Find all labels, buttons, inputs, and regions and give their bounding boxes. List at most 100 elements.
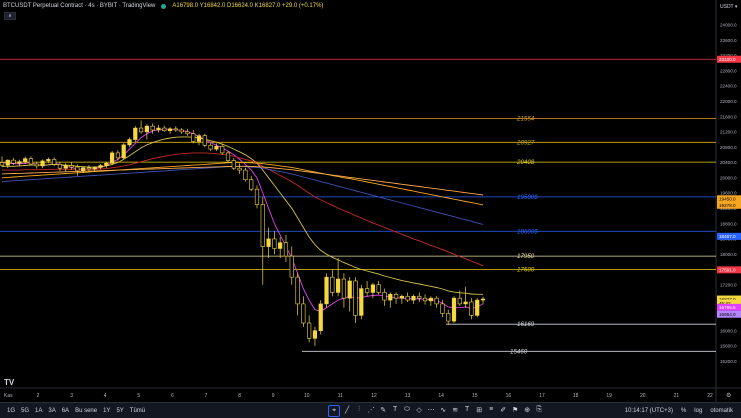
level-label: 19500$	[517, 194, 538, 201]
candle-body	[191, 133, 196, 142]
drawing-tool-icon[interactable]: ⌖	[328, 404, 341, 417]
drawing-tool-icon[interactable]: ◇	[414, 405, 424, 415]
candle-body	[283, 242, 289, 257]
candle-body	[133, 127, 138, 140]
candle-body	[208, 144, 213, 150]
timeframe-button[interactable]: 3A	[45, 408, 58, 414]
candle-body	[301, 303, 306, 324]
candle-body	[202, 135, 207, 146]
candle-body	[98, 165, 103, 168]
candle-body	[440, 303, 445, 314]
clock-readout[interactable]: 10:14:17 (UTC+3)	[625, 408, 673, 414]
drawing-tool-icon[interactable]: T	[390, 405, 400, 415]
candle-body	[330, 276, 335, 293]
time-tick-label: 8	[238, 393, 241, 399]
level-label: 16169	[517, 321, 535, 328]
candle-body	[457, 297, 462, 305]
candle-body	[81, 167, 86, 172]
candle-body	[272, 238, 277, 249]
drawing-tool-icon[interactable]: ⋯	[426, 405, 436, 415]
time-tick-label: 4	[104, 393, 107, 399]
candle-body	[17, 161, 22, 164]
candle-body	[40, 160, 45, 167]
drawing-tool-icon[interactable]: ⋰	[366, 405, 376, 415]
drawing-tool-icon[interactable]: ∿	[438, 405, 448, 415]
time-tick-label: 21	[674, 393, 680, 399]
timeframe-button[interactable]: Tümü	[127, 408, 148, 414]
chart-header: BTCUSDT Perpetual Contract · 4s · BYBIT …	[3, 3, 323, 9]
drawing-tool-icon[interactable]: ⫶	[354, 405, 364, 415]
level-label: 21554	[516, 115, 535, 122]
candle-body	[196, 135, 202, 142]
level-label: 20927	[516, 139, 535, 146]
drawing-tool-icon[interactable]: ✐	[498, 405, 508, 415]
time-tick-label: 12	[371, 393, 377, 399]
candle-body	[28, 158, 34, 165]
percent-toggle[interactable]: %	[681, 408, 686, 414]
price-tick-label: 22000.0	[720, 99, 737, 104]
drawing-tool-icon[interactable]: ≡	[486, 405, 496, 415]
candle-body	[336, 278, 341, 293]
time-tick-label: 22	[707, 393, 713, 399]
candle-body	[295, 276, 300, 305]
drawing-tool-icon[interactable]: ╱	[342, 405, 352, 415]
candle-body	[260, 204, 265, 247]
candle-body	[307, 322, 312, 339]
timeframe-button[interactable]: 5Y	[113, 408, 126, 414]
drawing-tool-icon[interactable]: ⊞	[474, 405, 484, 415]
price-badge-label: 17591.0	[719, 268, 736, 273]
collapse-indicators-button[interactable]: ∧	[4, 12, 16, 20]
time-tick-label: Kas	[4, 393, 13, 399]
currency-label[interactable]: USDT ▾	[720, 4, 738, 10]
price-tick-label: 22400.0	[720, 84, 737, 89]
bottom-right-controls: 10:14:17 (UTC+3) % log otomatik	[625, 408, 741, 414]
price-chart[interactable]: USDT ▾24000.023600.023200.022800.022400.…	[0, 0, 741, 402]
candle-body	[382, 292, 387, 301]
candle-body	[278, 242, 283, 249]
candle-body	[393, 294, 399, 299]
candle-body	[52, 159, 57, 165]
candle-body	[318, 303, 323, 331]
level-label: 17600	[517, 266, 535, 273]
drawing-tool-icon[interactable]: ≋	[450, 405, 460, 415]
candle-body	[75, 166, 80, 172]
drawing-tool-icon[interactable]: ⬭	[402, 405, 412, 415]
candle-body	[86, 167, 92, 170]
time-tick-label: 5	[137, 393, 140, 399]
timeframe-button[interactable]: Bu sene	[72, 408, 100, 414]
drawing-tool-icon[interactable]: ⊕	[522, 405, 532, 415]
candle-body	[399, 295, 404, 299]
timeframe-button[interactable]: 1A	[32, 408, 45, 414]
candle-body	[11, 159, 16, 164]
price-tick-label: 20400.0	[720, 160, 737, 165]
symbol-title[interactable]: BTCUSDT Perpetual Contract · 4s · BYBIT …	[3, 3, 155, 9]
log-toggle[interactable]: log	[694, 408, 702, 414]
drawing-tool-icon[interactable]: ✎	[378, 405, 388, 415]
timeframe-button[interactable]: 5G	[18, 408, 32, 414]
drawing-tool-icon[interactable]: T	[462, 405, 472, 415]
price-tick-label: 21200.0	[720, 130, 737, 135]
candle-body	[167, 128, 173, 132]
price-tick-label: 20800.0	[720, 145, 737, 150]
tradingview-logo-icon[interactable]: TV	[4, 378, 16, 388]
candle-body	[249, 179, 254, 190]
drawing-tool-icon[interactable]: ⎘	[534, 405, 544, 415]
candle-body	[312, 330, 318, 339]
price-badge-label: 16795.5	[719, 305, 736, 310]
candle-body	[376, 284, 381, 293]
candle-body	[480, 298, 486, 301]
candle-body	[46, 159, 51, 162]
candle-body	[359, 288, 364, 316]
candle-body	[451, 297, 457, 322]
timeframe-button[interactable]: 1Y	[100, 408, 113, 414]
timeframe-button[interactable]: 6A	[59, 408, 72, 414]
timeframe-button[interactable]: 1G	[4, 408, 18, 414]
price-badge-label: 19450.0	[719, 197, 736, 202]
drawing-tool-icon[interactable]: ⚑	[510, 405, 520, 415]
auto-scale-toggle[interactable]: otomatik	[710, 408, 733, 414]
level-label: 20408	[516, 159, 535, 166]
settings-gear-icon[interactable]: ⚙	[726, 392, 731, 399]
time-tick-label: 6	[171, 393, 174, 399]
candle-body	[220, 146, 225, 154]
candle-body	[57, 164, 63, 169]
